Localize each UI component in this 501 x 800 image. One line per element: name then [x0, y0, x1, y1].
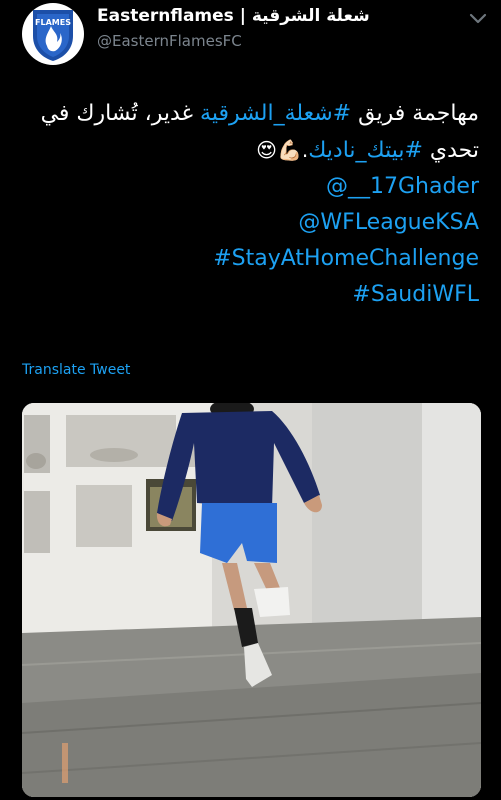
avatar[interactable]: FLAMES [22, 3, 84, 65]
author-handle[interactable]: @EasternFlamesFC [97, 32, 370, 50]
hashtag-eastern-flames[interactable]: #شعلة_الشرقية [200, 101, 351, 126]
mention-ghader[interactable]: @__17Ghader [19, 169, 479, 205]
tweet-text: مهاجمة فريق #شعلة_الشرقية غدير، تُشارك ف… [19, 96, 479, 313]
tweet-text-part: تحدي [422, 138, 479, 163]
author-display-name[interactable]: Easternflames | شعلة الشرقية [97, 6, 370, 26]
tweet-text-part: غدير، تُشارك في [40, 101, 201, 126]
mention-wfleague[interactable]: @WFLeagueKSA [19, 205, 479, 241]
tweet-media-video[interactable] [22, 403, 481, 797]
logo-text: FLAMES [35, 18, 71, 27]
emoji-text: .💪🏻😍 [256, 138, 309, 162]
translate-tweet-link[interactable]: Translate Tweet [22, 362, 130, 378]
eastern-flames-logo-icon: FLAMES [33, 10, 73, 61]
hashtag-saudi-wfl[interactable]: #SaudiWFL [19, 277, 479, 313]
tweet-line-2: تحدي #بيتك_ناديك.💪🏻😍 [19, 132, 479, 169]
chevron-down-icon[interactable] [469, 12, 487, 26]
hashtag-stay-at-home[interactable]: #StayAtHomeChallenge [19, 241, 479, 277]
author-info: Easternflames | شعلة الشرقية @EasternFla… [97, 6, 370, 50]
tweet-line-1: مهاجمة فريق #شعلة_الشرقية غدير، تُشارك ف… [19, 96, 479, 132]
video-thumbnail [22, 403, 481, 797]
tweet-text-part: مهاجمة فريق [351, 101, 479, 126]
hashtag-home-club[interactable]: #بيتك_ناديك [308, 138, 423, 163]
